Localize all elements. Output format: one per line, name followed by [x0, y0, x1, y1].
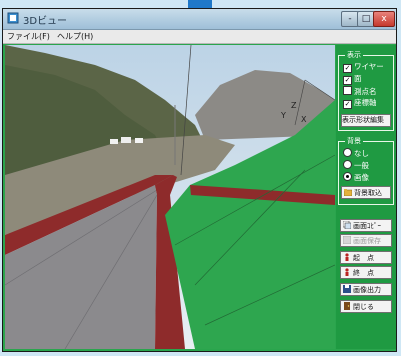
radio-general[interactable]: 一般: [343, 160, 369, 170]
radio-icon: [343, 160, 352, 169]
checkbox-label: 面: [354, 74, 362, 83]
scene: [5, 45, 335, 349]
menu-bar: ファイル(F) ヘルプ(H): [3, 30, 396, 44]
display-shape-button[interactable]: 表示形状編集: [341, 114, 391, 127]
background-group: 背景 なし 一般 画像 背景取込: [338, 136, 394, 205]
3d-viewport[interactable]: Z Y X: [5, 45, 335, 349]
title-bar[interactable]: 3Dビュー - □ x: [3, 9, 396, 30]
close-button[interactable]: x: [373, 11, 395, 27]
checkbox-label: ワイヤー: [354, 62, 384, 71]
background-group-title: 背景: [345, 136, 363, 146]
radio-image[interactable]: 画像: [343, 172, 369, 182]
screen-save-button[interactable]: 画面保存: [340, 234, 392, 247]
door-icon: [344, 302, 350, 310]
radio-icon: [343, 172, 352, 181]
button-label: 背景取込: [354, 189, 382, 197]
close-panel-button[interactable]: 閉じる: [340, 300, 392, 313]
button-label: 表示形状編集: [342, 116, 384, 124]
checkbox-label: 座標軸: [354, 98, 377, 107]
checkbox-wire[interactable]: ✓ ワイヤー: [343, 62, 384, 73]
screen-copy-button[interactable]: 画面ｺﾋﾟｰ: [340, 219, 392, 232]
display-group-title: 表示: [345, 50, 363, 60]
menu-file[interactable]: ファイル(F): [7, 31, 50, 42]
radio-none[interactable]: なし: [343, 148, 369, 158]
button-label: 閉じる: [353, 303, 374, 311]
building: [121, 137, 131, 143]
axis-z-label: Z: [291, 101, 297, 110]
checkbox-surface[interactable]: ✓ 面: [343, 74, 362, 85]
radio-label: 画像: [354, 173, 369, 182]
checkbox-icon: ✓: [343, 100, 352, 109]
button-label: 終 点: [353, 269, 374, 277]
button-label: 画面ｺﾋﾟｰ: [353, 222, 381, 230]
axis-y-label: Y: [281, 111, 286, 120]
button-label: 起 点: [353, 254, 374, 262]
radio-label: なし: [354, 149, 369, 158]
end-point-button[interactable]: 終 点: [340, 266, 392, 279]
button-label: 画面保存: [353, 237, 381, 245]
display-group: 表示 ✓ ワイヤー ✓ 面 測点名 ✓ 座標軸 表示形状編集: [338, 50, 394, 131]
folder-icon: [344, 189, 352, 196]
radio-icon: [343, 148, 352, 157]
load-background-button[interactable]: 背景取込: [341, 186, 391, 199]
disk-icon: [343, 285, 351, 293]
window-title: 3Dビュー: [23, 16, 68, 27]
checkbox-icon: [343, 86, 352, 95]
control-panel: 表示 ✓ ワイヤー ✓ 面 測点名 ✓ 座標軸 表示形状編集 背景 なし 一般 画像 …: [336, 45, 396, 349]
building: [135, 138, 143, 143]
start-point-button[interactable]: 起 点: [340, 251, 392, 264]
checkbox-icon: ✓: [343, 64, 352, 73]
person-icon: [345, 268, 349, 276]
menu-help[interactable]: ヘルプ(H): [57, 31, 93, 42]
copy-icon: [343, 221, 351, 229]
axis-x-label: X: [301, 115, 307, 124]
checkbox-station-name[interactable]: 測点名: [343, 86, 377, 96]
checkbox-label: 測点名: [354, 87, 377, 96]
image-output-button[interactable]: 画像出力: [340, 283, 392, 296]
app-icon: [7, 12, 19, 24]
building: [110, 139, 118, 144]
radio-label: 一般: [354, 161, 369, 170]
checkbox-icon: ✓: [343, 76, 352, 85]
checkbox-axis[interactable]: ✓ 座標軸: [343, 98, 377, 109]
person-icon: [345, 253, 349, 261]
button-label: 画像出力: [353, 286, 381, 294]
save-icon: [343, 236, 351, 244]
app-window: 3Dビュー - □ x ファイル(F) ヘルプ(H) Z Y X 表示 ✓ ワイ…: [2, 8, 397, 352]
